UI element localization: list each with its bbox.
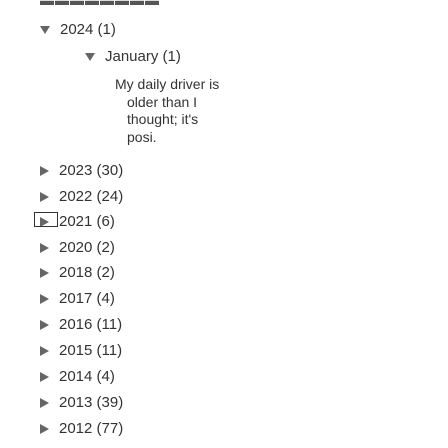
- archive-year-2014[interactable]: 2014 (4): [40, 369, 115, 384]
- archive-post-link[interactable]: My daily driver is older than I thought;…: [115, 76, 225, 146]
- triangle-right-icon[interactable]: [40, 423, 49, 434]
- archive-year-label[interactable]: 2017 (4): [59, 291, 115, 306]
- triangle-down-icon[interactable]: [40, 25, 50, 34]
- archive-year-label[interactable]: 2018 (2): [59, 265, 115, 280]
- archive-year-2013[interactable]: 2013 (39): [40, 395, 123, 410]
- focus-outline: [34, 212, 58, 227]
- archive-year-label[interactable]: 2020 (2): [59, 240, 115, 255]
- triangle-right-icon[interactable]: [40, 191, 49, 202]
- triangle-right-icon[interactable]: [40, 242, 49, 253]
- post-title[interactable]: My daily driver is: [115, 76, 225, 94]
- archive-year-2020[interactable]: 2020 (2): [40, 240, 115, 255]
- archive-year-label[interactable]: 2014 (4): [59, 369, 115, 384]
- archive-year-label[interactable]: 2012 (77): [59, 421, 123, 436]
- archive-year-2017[interactable]: 2017 (4): [40, 291, 115, 306]
- triangle-right-icon[interactable]: [40, 345, 49, 356]
- archive-year-label[interactable]: 2021 (6): [59, 214, 115, 229]
- archive-year-label[interactable]: 2016 (11): [59, 317, 122, 332]
- archive-year-2023[interactable]: 2023 (30): [40, 163, 123, 178]
- archive-year-label[interactable]: 2024 (1): [60, 22, 116, 37]
- triangle-right-icon[interactable]: [40, 165, 49, 176]
- archive-year-label[interactable]: 2015 (11): [59, 343, 122, 358]
- archive-year-2022[interactable]: 2022 (24): [40, 189, 123, 204]
- archive-year-label[interactable]: 2023 (30): [59, 163, 123, 178]
- archive-year-2018[interactable]: 2018 (2): [40, 265, 115, 280]
- triangle-right-icon[interactable]: [40, 397, 49, 408]
- post-excerpt[interactable]: older than I thought; it's posi.: [115, 94, 225, 147]
- triangle-right-icon[interactable]: [40, 371, 49, 382]
- archive-month-label[interactable]: January (1): [105, 49, 181, 64]
- archive-year-label[interactable]: 2022 (24): [59, 189, 123, 204]
- triangle-down-icon[interactable]: [85, 52, 95, 61]
- triangle-right-icon[interactable]: [40, 319, 49, 330]
- archive-month-january[interactable]: January (1): [85, 49, 181, 64]
- triangle-right-icon[interactable]: [40, 267, 49, 278]
- top-cutoff-fragment: ▬▬▬▬▬▬▬▬: [40, 0, 160, 8]
- triangle-right-icon[interactable]: [40, 293, 49, 304]
- archive-year-2024[interactable]: 2024 (1): [40, 22, 116, 37]
- archive-year-2016[interactable]: 2016 (11): [40, 317, 122, 332]
- archive-year-2015[interactable]: 2015 (11): [40, 343, 122, 358]
- archive-year-label[interactable]: 2013 (39): [59, 395, 123, 410]
- archive-year-2012[interactable]: 2012 (77): [40, 421, 123, 436]
